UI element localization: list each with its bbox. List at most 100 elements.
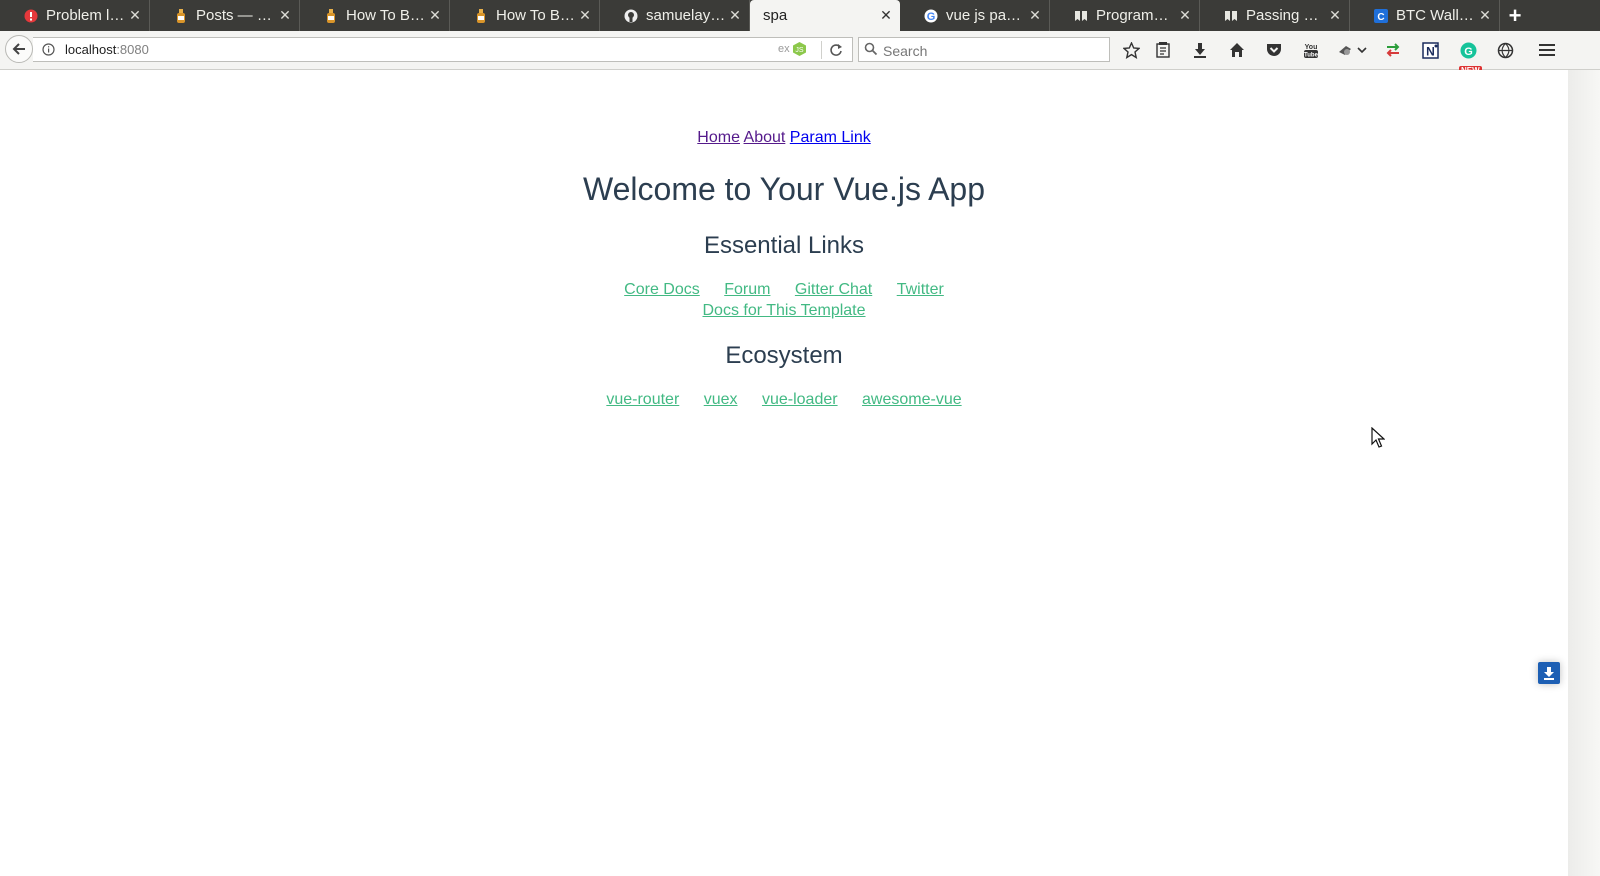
tab-0[interactable]: Problem lo… ✕: [0, 0, 150, 31]
error-icon: [24, 9, 38, 23]
nodejs-icon: JS: [792, 42, 806, 56]
search-input[interactable]: [881, 41, 1105, 60]
page-title: Welcome to Your Vue.js App: [582, 171, 986, 207]
ecosystem-heading: Ecosystem: [725, 342, 843, 369]
nav-about-link[interactable]: About: [744, 129, 786, 146]
close-icon[interactable]: ✕: [1328, 7, 1342, 23]
svg-text:C: C: [1377, 12, 1384, 23]
close-icon[interactable]: ✕: [879, 7, 893, 23]
tab-title: Problem lo…: [46, 7, 126, 24]
home-icon[interactable]: [1228, 41, 1246, 59]
tab-title: How To Bui…: [346, 7, 426, 24]
url-separator: [821, 41, 822, 59]
tab-3[interactable]: How To Bui… ✕: [450, 0, 600, 31]
essential-links-row: Core Docs Forum Gitter Chat Twitter: [0, 281, 1568, 299]
tab-strip: Problem lo… ✕ Posts — Sc… ✕ How To Bui… …: [0, 0, 1600, 31]
back-arrow-icon: [12, 43, 25, 55]
extension-badge[interactable]: ex JS: [778, 42, 806, 56]
nav-home-link[interactable]: Home: [697, 129, 740, 146]
core-docs-link[interactable]: Core Docs: [624, 281, 700, 298]
grammarly-icon[interactable]: G: [1459, 41, 1477, 59]
coinbase-icon: C: [1374, 9, 1388, 23]
forum-link[interactable]: Forum: [724, 281, 770, 298]
extension-label: ex: [778, 42, 790, 55]
awesome-vue-link[interactable]: awesome-vue: [862, 391, 962, 408]
tab-title: spa: [763, 7, 788, 24]
tab-8[interactable]: Passing Pro… ✕: [1200, 0, 1350, 31]
svg-text:Tube: Tube: [1304, 53, 1319, 59]
close-icon[interactable]: ✕: [1178, 7, 1192, 23]
tab-title: Programm…: [1096, 7, 1176, 24]
gitter-chat-link[interactable]: Gitter Chat: [795, 281, 872, 298]
close-icon[interactable]: ✕: [128, 7, 142, 23]
url-host: localhost: [65, 42, 117, 57]
essential-links-heading: Essential Links: [703, 232, 865, 259]
svg-text:N: N: [1426, 44, 1435, 58]
tab-title: Passing Pro…: [1246, 7, 1326, 24]
close-icon[interactable]: ✕: [278, 7, 292, 23]
reading-list-icon[interactable]: [1154, 41, 1172, 59]
floating-download-button[interactable]: [1538, 662, 1560, 684]
svg-text:G: G: [927, 11, 936, 23]
addon-dropdown-icon[interactable]: [1337, 41, 1367, 59]
nav-param-link[interactable]: Param Link: [790, 129, 871, 146]
new-tab-button[interactable]: +: [1500, 0, 1530, 31]
tab-title: How To Bui…: [496, 7, 576, 24]
tab-5-active[interactable]: spa ✕: [750, 0, 900, 31]
twitter-link[interactable]: Twitter: [897, 281, 944, 298]
tab-title: Posts — Sc…: [196, 7, 276, 24]
tab-title: samuelayo/…: [646, 7, 726, 24]
url-port: :8080: [116, 42, 149, 57]
download-arrow-icon: [1544, 667, 1554, 680]
svg-text:G: G: [1464, 46, 1473, 58]
reload-icon[interactable]: [828, 42, 844, 58]
scrollbar-gutter[interactable]: [1568, 70, 1600, 876]
tab-title: vue js pass …: [946, 7, 1026, 24]
google-icon: G: [924, 9, 938, 23]
bookmark-star-icon[interactable]: [1122, 41, 1140, 59]
back-button[interactable]: [5, 35, 33, 63]
navigation-toolbar: localhost:8080 ex JS You Tube N G: [0, 31, 1600, 92]
youtube-icon[interactable]: You Tube: [1302, 41, 1320, 59]
plus-icon: +: [1508, 2, 1522, 28]
url-bar[interactable]: localhost:8080 ex JS: [33, 37, 853, 62]
bookmark-icon: [1224, 9, 1238, 23]
vue-router-link[interactable]: vue-router: [606, 391, 679, 408]
bookmark-icon: [1074, 9, 1088, 23]
github-icon: [624, 9, 638, 23]
tab-2[interactable]: How To Bui… ✕: [300, 0, 450, 31]
search-bar[interactable]: [858, 37, 1110, 62]
hamburger-menu-icon[interactable]: [1538, 41, 1556, 59]
svg-text:JS: JS: [795, 47, 804, 54]
vuex-link[interactable]: vuex: [704, 391, 738, 408]
scotch-icon: [324, 9, 338, 23]
tab-4[interactable]: samuelayo/… ✕: [600, 0, 750, 31]
globe-icon[interactable]: [1496, 41, 1514, 59]
ecosystem-links-row: vue-router vuex vue-loader awesome-vue: [0, 391, 1568, 409]
pocket-icon[interactable]: [1265, 41, 1283, 59]
tab-title: BTC Wallet …: [1396, 7, 1476, 24]
close-icon[interactable]: ✕: [578, 7, 592, 23]
info-icon[interactable]: [41, 42, 55, 56]
swap-arrows-icon[interactable]: [1384, 41, 1402, 59]
close-icon[interactable]: ✕: [1478, 7, 1492, 23]
svg-text:You: You: [1305, 44, 1318, 51]
scotch-icon: [474, 9, 488, 23]
essential-links-row-2: Docs for This Template: [0, 302, 1568, 320]
url-text: localhost:8080: [65, 42, 149, 57]
mouse-cursor-icon: [1371, 427, 1385, 448]
download-icon[interactable]: [1191, 41, 1209, 59]
close-icon[interactable]: ✕: [728, 7, 742, 23]
tab-7[interactable]: Programm… ✕: [1050, 0, 1200, 31]
router-nav: Home About Param Link: [0, 129, 1568, 147]
scotch-icon: [174, 9, 188, 23]
tab-9[interactable]: C BTC Wallet … ✕: [1350, 0, 1500, 31]
close-icon[interactable]: ✕: [428, 7, 442, 23]
n-extension-icon[interactable]: N: [1421, 41, 1439, 59]
template-docs-link[interactable]: Docs for This Template: [702, 302, 865, 319]
page-content: Home About Param Link Welcome to Your Vu…: [0, 70, 1568, 876]
tab-1[interactable]: Posts — Sc… ✕: [150, 0, 300, 31]
close-icon[interactable]: ✕: [1028, 7, 1042, 23]
vue-loader-link[interactable]: vue-loader: [762, 391, 838, 408]
tab-6[interactable]: G vue js pass … ✕: [900, 0, 1050, 31]
